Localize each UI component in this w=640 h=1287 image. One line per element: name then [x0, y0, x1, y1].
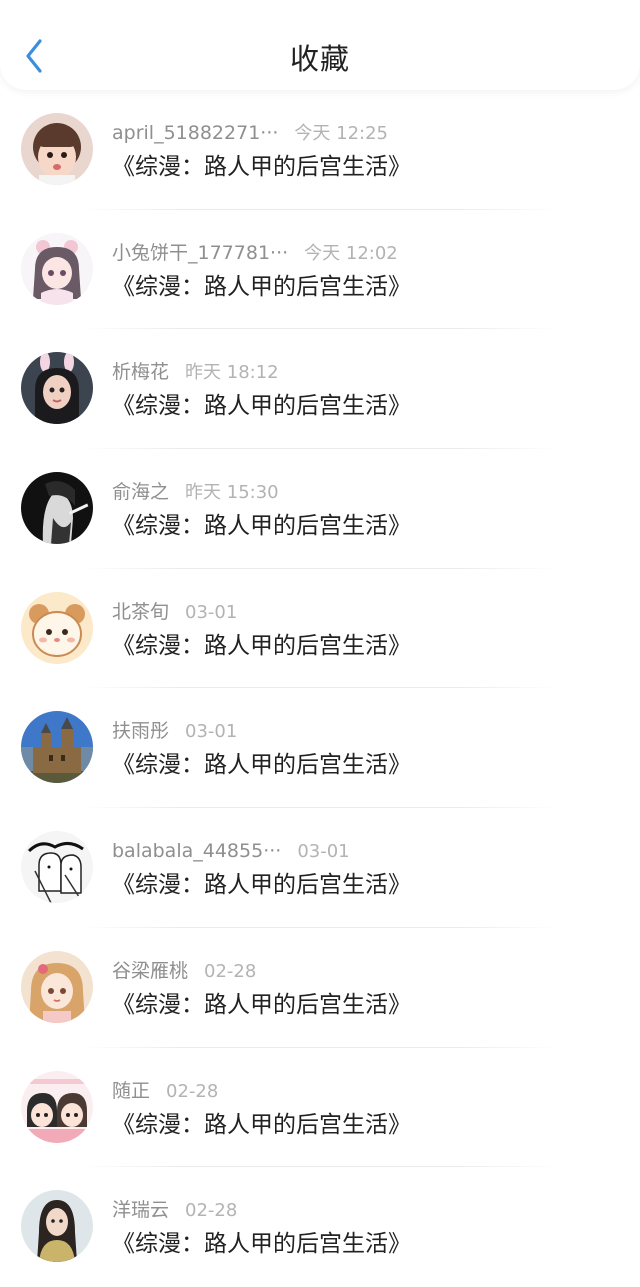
list-item[interactable]: 北茶旬 03-01 《综漫：路人甲的后宫生活》: [0, 569, 640, 689]
item-meta: balabala_44855··· 03-01: [112, 838, 350, 864]
user-avatar-icon[interactable]: [21, 472, 93, 545]
item-meta: 谷梁雁桃 02-28: [112, 958, 256, 984]
user-avatar-icon[interactable]: [21, 352, 93, 425]
user-name[interactable]: 析梅花: [112, 361, 169, 383]
item-meta: 扶雨彤 03-01: [112, 718, 237, 744]
timestamp: 02-28: [204, 960, 257, 982]
list-item[interactable]: 俞海之 昨天 15:30 《综漫：路人甲的后宫生活》: [0, 449, 640, 569]
item-meta: april_51882271··· 今天 12:25: [112, 120, 388, 146]
list-item[interactable]: 随正 02-28 《综漫：路人甲的后宫生活》: [0, 1048, 640, 1168]
user-name[interactable]: 随正: [112, 1080, 150, 1102]
timestamp: 今天 12:02: [304, 242, 398, 264]
book-title[interactable]: 《综漫：路人甲的后宫生活》: [112, 748, 411, 782]
timestamp: 02-28: [185, 1200, 238, 1222]
timestamp: 02-28: [166, 1080, 219, 1102]
item-meta: 洋瑞云 02-28: [112, 1197, 237, 1223]
item-meta: 小兔饼干_177781··· 今天 12:02: [112, 240, 398, 266]
book-title[interactable]: 《综漫：路人甲的后宫生活》: [112, 988, 411, 1022]
book-title[interactable]: 《综漫：路人甲的后宫生活》: [112, 1108, 411, 1142]
item-meta: 析梅花 昨天 18:12: [112, 359, 279, 385]
user-avatar-icon[interactable]: [21, 591, 93, 664]
user-avatar-icon[interactable]: [21, 1070, 93, 1143]
user-avatar-icon[interactable]: [21, 113, 93, 185]
list-item[interactable]: 析梅花 昨天 18:12 《综漫：路人甲的后宫生活》: [0, 329, 640, 450]
user-name[interactable]: 小兔饼干_177781···: [112, 242, 288, 264]
book-title[interactable]: 《综漫：路人甲的后宫生活》: [112, 270, 411, 304]
list-item[interactable]: april_51882271··· 今天 12:25 《综漫：路人甲的后宫生活》: [0, 90, 640, 210]
book-title[interactable]: 《综漫：路人甲的后宫生活》: [112, 389, 411, 423]
favorites-page: 收藏 april_51882271··· 今天 12:25 《综漫：路人甲的后宫…: [0, 0, 640, 1287]
user-name[interactable]: balabala_44855···: [112, 840, 281, 862]
user-name[interactable]: 洋瑞云: [112, 1199, 169, 1221]
book-title[interactable]: 《综漫：路人甲的后宫生活》: [112, 150, 411, 184]
item-meta: 随正 02-28: [112, 1078, 218, 1104]
user-name[interactable]: 谷梁雁桃: [112, 960, 188, 982]
item-meta: 俞海之 昨天 15:30: [112, 479, 279, 505]
user-avatar-icon[interactable]: [21, 950, 93, 1023]
user-avatar-icon[interactable]: [21, 711, 93, 784]
timestamp: 03-01: [297, 841, 350, 863]
list-item[interactable]: 扶雨彤 03-01 《综漫：路人甲的后宫生活》: [0, 688, 640, 809]
book-title[interactable]: 《综漫：路人甲的后宫生活》: [112, 509, 411, 543]
page-title: 收藏: [289, 42, 350, 76]
user-name[interactable]: april_51882271···: [112, 122, 278, 144]
timestamp: 今天 12:25: [294, 123, 389, 144]
timestamp: 昨天 18:12: [185, 362, 279, 384]
user-avatar-icon[interactable]: [21, 1190, 93, 1263]
nav-header: 收藏: [0, 0, 640, 90]
book-title[interactable]: 《综漫：路人甲的后宫生活》: [112, 868, 411, 902]
user-name[interactable]: 扶雨彤: [112, 720, 169, 742]
user-name[interactable]: 俞海之: [112, 481, 169, 503]
timestamp: 03-01: [185, 721, 238, 743]
favorites-list: april_51882271··· 今天 12:25 《综漫：路人甲的后宫生活》: [0, 90, 640, 1287]
list-item[interactable]: balabala_44855··· 03-01 《综漫：路人甲的后宫生活》: [0, 808, 640, 928]
book-title[interactable]: 《综漫：路人甲的后宫生活》: [112, 629, 411, 663]
user-avatar-icon[interactable]: [21, 831, 93, 904]
user-name[interactable]: 北茶旬: [112, 601, 169, 623]
timestamp: 03-01: [185, 601, 238, 623]
timestamp: 昨天 15:30: [185, 482, 279, 504]
user-avatar-icon[interactable]: [21, 232, 93, 305]
list-item[interactable]: 洋瑞云 02-28 《综漫：路人甲的后宫生活》: [0, 1167, 640, 1287]
list-item[interactable]: 小兔饼干_177781··· 今天 12:02 《综漫：路人甲的后宫生活》: [0, 210, 640, 330]
list-item[interactable]: 谷梁雁桃 02-28 《综漫：路人甲的后宫生活》: [0, 928, 640, 1048]
book-title[interactable]: 《综漫：路人甲的后宫生活》: [112, 1227, 411, 1261]
item-meta: 北茶旬 03-01: [112, 599, 237, 625]
